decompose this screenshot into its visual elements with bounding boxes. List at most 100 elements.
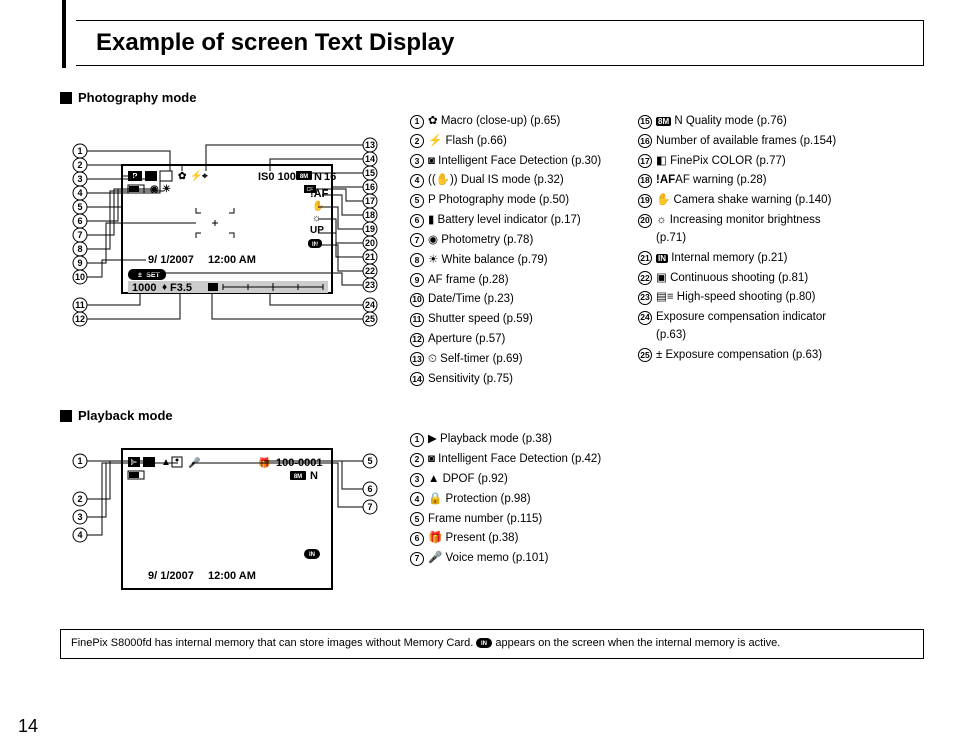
legend-text: ☀ White balance (p.79)	[428, 252, 548, 270]
legend-item-5: 5P Photography mode (p.50)	[410, 192, 620, 210]
svg-text:9: 9	[77, 258, 82, 268]
legend-number: 19	[638, 192, 652, 210]
photography-heading-label: Photography mode	[78, 90, 196, 105]
legend-number: 6	[410, 530, 424, 548]
svg-text:✋: ✋	[312, 199, 324, 212]
legend-text: 8M N Quality mode (p.76)	[656, 113, 787, 131]
svg-text:1000: 1000	[132, 282, 156, 294]
legend-number: 10	[410, 291, 424, 309]
svg-text:±: ±	[138, 272, 142, 279]
svg-text:4: 4	[77, 188, 82, 198]
svg-text:23: 23	[365, 280, 375, 290]
legend-text: !AFAF warning (p.28)	[656, 172, 767, 190]
svg-text:11: 11	[75, 300, 85, 310]
page-title: Example of screen Text Display	[96, 29, 911, 57]
photography-legend: 1✿ Macro (close-up) (p.65)2⚡ Flash (p.66…	[410, 113, 848, 390]
legend-number: 6	[410, 212, 424, 230]
legend-text: 🎁 Present (p.38)	[428, 530, 518, 548]
svg-text:22: 22	[365, 266, 375, 276]
legend-item-15: 158M N Quality mode (p.76)	[638, 113, 848, 131]
legend-item-23: 23▤≡ High-speed shooting (p.80)	[638, 289, 848, 307]
svg-text:UP: UP	[310, 225, 324, 236]
legend-number: 23	[638, 289, 652, 307]
legend-text: ▤≡ High-speed shooting (p.80)	[656, 289, 816, 307]
legend-text: ◙ Intelligent Face Detection (p.30)	[428, 153, 601, 171]
legend-item-4: 4((✋)) Dual IS mode (p.32)	[410, 172, 620, 190]
svg-text:2: 2	[77, 494, 82, 504]
svg-text:3: 3	[77, 174, 82, 184]
svg-text:7: 7	[367, 502, 372, 512]
svg-text:13: 13	[365, 140, 375, 150]
legend-number: 11	[410, 311, 424, 329]
internal-memory-icon: IN	[476, 638, 492, 648]
footnote-text-2: appears on the screen when the internal …	[495, 637, 780, 649]
svg-text:14: 14	[365, 154, 375, 164]
legend-text: ◙ Intelligent Face Detection (p.42)	[428, 451, 601, 469]
legend-text: IN Internal memory (p.21)	[656, 250, 788, 268]
legend-item-3: 3◙ Intelligent Face Detection (p.30)	[410, 153, 620, 171]
svg-text:6: 6	[367, 484, 372, 494]
legend-text: ◉ Photometry (p.78)	[428, 232, 533, 250]
legend-text: P Photography mode (p.50)	[428, 192, 569, 210]
svg-text:8: 8	[77, 244, 82, 254]
svg-text:15: 15	[365, 168, 375, 178]
svg-text:2: 2	[77, 160, 82, 170]
playback-heading-label: Playback mode	[78, 408, 173, 423]
page-number: 14	[18, 716, 38, 737]
legend-number: 4	[410, 491, 424, 509]
block-bullet-icon	[60, 92, 72, 104]
legend-number: 7	[410, 232, 424, 250]
side-accent-bar	[62, 0, 66, 68]
legend-number: 16	[638, 133, 652, 151]
svg-text:♦: ♦	[162, 282, 167, 293]
legend-number: 4	[410, 172, 424, 190]
legend-number: 17	[638, 153, 652, 171]
legend-number: 18	[638, 172, 652, 190]
block-bullet-icon	[60, 410, 72, 422]
legend-text: AF frame (p.28)	[428, 272, 509, 290]
svg-text:1: 1	[77, 456, 82, 466]
svg-text:17: 17	[365, 196, 375, 206]
legend-item-5: 5Frame number (p.115)	[410, 511, 670, 529]
svg-text:10: 10	[75, 272, 85, 282]
legend-item-7: 7◉ Photometry (p.78)	[410, 232, 620, 250]
legend-item-21: 21IN Internal memory (p.21)	[638, 250, 848, 268]
svg-text:✿: ✿	[178, 171, 187, 182]
legend-number: 5	[410, 192, 424, 210]
legend-item-17: 17◧ FinePix COLOR (p.77)	[638, 153, 848, 171]
legend-item-12: 12Aperture (p.57)	[410, 331, 620, 349]
svg-text:9/ 1/2007: 9/ 1/2007	[148, 254, 194, 266]
title-box: Example of screen Text Display	[76, 20, 924, 66]
legend-item-9: 9AF frame (p.28)	[410, 272, 620, 290]
legend-item-6: 6🎁 Present (p.38)	[410, 530, 670, 548]
legend-item-1: 1✿ Macro (close-up) (p.65)	[410, 113, 620, 131]
legend-number: 24	[638, 309, 652, 345]
legend-text: ✿ Macro (close-up) (p.65)	[428, 113, 560, 131]
legend-item-6: 6▮ Battery level indicator (p.17)	[410, 212, 620, 230]
legend-number: 1	[410, 113, 424, 131]
legend-text: Frame number (p.115)	[428, 511, 542, 529]
legend-item-1: 1▶ Playback mode (p.38)	[410, 431, 670, 449]
legend-text: ▣ Continuous shooting (p.81)	[656, 270, 808, 288]
legend-item-10: 10Date/Time (p.23)	[410, 291, 620, 309]
legend-item-24: 24Exposure compensation indicator (p.63)	[638, 309, 848, 345]
legend-number: 7	[410, 550, 424, 568]
legend-item-14: 14Sensitivity (p.75)	[410, 371, 620, 389]
legend-text: ⚡ Flash (p.66)	[428, 133, 507, 151]
legend-number: 3	[410, 153, 424, 171]
legend-number: 21	[638, 250, 652, 268]
svg-text:⌖: ⌖	[201, 171, 208, 182]
legend-item-13: 13⏲ Self-timer (p.69)	[410, 351, 620, 369]
legend-text: ▮ Battery level indicator (p.17)	[428, 212, 581, 230]
legend-number: 20	[638, 212, 652, 248]
legend-text: ✋ Camera shake warning (p.140)	[656, 192, 831, 210]
svg-text:20: 20	[365, 238, 375, 248]
svg-text:8M: 8M	[300, 174, 308, 180]
legend-number: 12	[410, 331, 424, 349]
legend-text: ▲ DPOF (p.92)	[428, 471, 508, 489]
legend-text: ☼ Increasing monitor brightness (p.71)	[656, 212, 848, 248]
svg-text:5: 5	[77, 202, 82, 212]
legend-number: 2	[410, 451, 424, 469]
legend-item-22: 22▣ Continuous shooting (p.81)	[638, 270, 848, 288]
svg-text:3: 3	[77, 512, 82, 522]
